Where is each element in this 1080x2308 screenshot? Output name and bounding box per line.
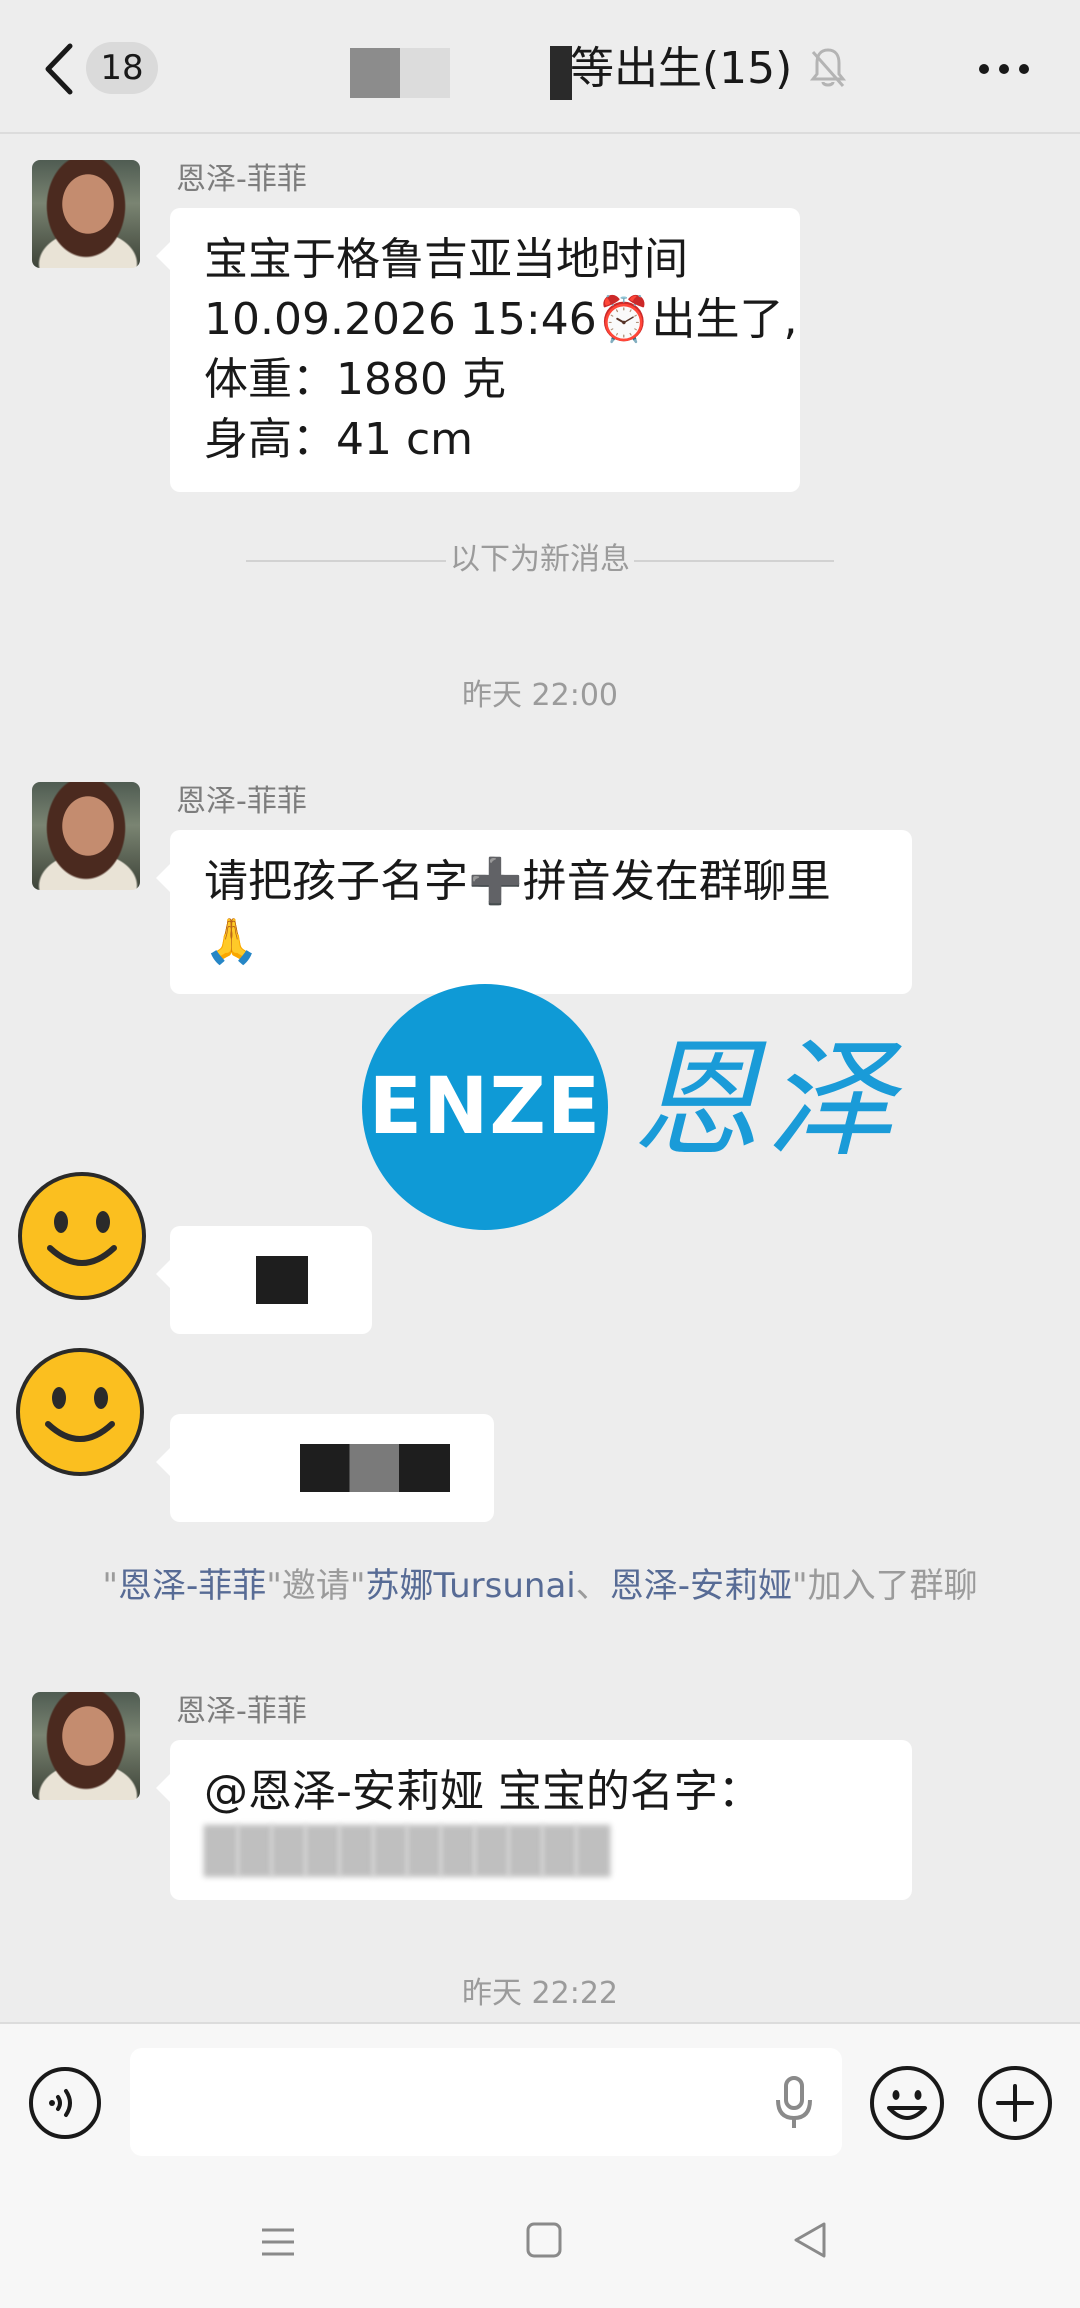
input-bar [0, 2022, 1080, 2178]
message-line: 请把孩子名字➕拼音发在群聊里 [204, 856, 831, 907]
system-text: 、 [575, 1566, 610, 1606]
message-line: @恩泽-安莉娅 宝宝的名字： [204, 1766, 762, 1817]
plus-circle-icon[interactable] [976, 2064, 1054, 2142]
menu-icon[interactable] [258, 2222, 298, 2262]
system-invite-message: "恩泽-菲菲"邀请"苏娜Tursunai、恩泽-安莉娅"加入了群聊 [80, 1562, 1000, 1610]
message-line: 10.09.2026 15:46⏰出生了, [204, 294, 798, 345]
message-bubble[interactable] [156, 1226, 372, 1334]
system-navigation-bar [0, 2178, 1080, 2308]
inviter-link[interactable]: 恩泽-菲菲 [118, 1566, 266, 1606]
avatar[interactable] [32, 782, 140, 890]
message-line: 🙏 [204, 916, 259, 967]
voice-icon[interactable] [28, 2066, 102, 2140]
system-text: "邀请" [266, 1566, 366, 1606]
bell-muted-icon [810, 48, 846, 87]
message-line: 宝宝于格鲁吉亚当地时间 [204, 234, 688, 285]
sender-name: 恩泽-菲菲 [176, 1694, 307, 1729]
home-icon[interactable] [524, 2220, 564, 2260]
watermark-logo-text: ENZE [368, 1062, 602, 1152]
smiley-avatar-icon[interactable] [14, 1346, 146, 1478]
message-bubble[interactable] [156, 1414, 494, 1522]
message-bubble[interactable]: @恩泽-安莉娅 宝宝的名字： ████████████ [156, 1740, 912, 1900]
invitee-link[interactable]: 苏娜Tursunai [366, 1566, 576, 1606]
divider-text: 以下为新消息 [450, 542, 630, 577]
new-messages-divider: 以下为新消息 [246, 540, 834, 580]
invitee-link[interactable]: 恩泽-安莉娅 [610, 1566, 792, 1606]
system-text: "加入了群聊 [792, 1566, 978, 1606]
smiley-avatar-icon[interactable] [16, 1170, 148, 1302]
back-triangle-icon[interactable] [790, 2220, 830, 2260]
chevron-left-icon[interactable] [40, 42, 80, 96]
unread-count-badge[interactable]: 18 [86, 42, 158, 94]
message-list[interactable]: 恩泽-菲菲 宝宝于格鲁吉亚当地时间 10.09.2026 15:46⏰出生了, … [0, 136, 1080, 2022]
more-horizontal-icon[interactable] [976, 56, 1032, 82]
redacted-title-block [550, 46, 572, 100]
redacted-content [256, 1256, 308, 1304]
emoji-icon[interactable] [868, 2064, 946, 2142]
avatar[interactable] [32, 160, 140, 268]
chat-title[interactable]: 等出生(15) [570, 40, 792, 98]
watermark-logo: ENZE [362, 984, 608, 1230]
redacted-title-block [350, 48, 450, 98]
timestamp: 昨天 22:22 [462, 1976, 618, 2011]
message-bubble[interactable]: 请把孩子名字➕拼音发在群聊里 🙏 [156, 830, 912, 994]
message-bubble[interactable]: 宝宝于格鲁吉亚当地时间 10.09.2026 15:46⏰出生了, 体重：188… [156, 208, 800, 492]
sender-name: 恩泽-菲菲 [176, 162, 307, 197]
redacted-content [300, 1444, 450, 1492]
message-input[interactable] [130, 2048, 842, 2156]
blurred-content: ████████████ [204, 1826, 611, 1877]
watermark-text: 恩泽 [632, 1026, 901, 1175]
chat-header: 18 等出生(15) [0, 0, 1080, 134]
timestamp: 昨天 22:00 [462, 678, 618, 713]
sender-name: 恩泽-菲菲 [176, 784, 307, 819]
message-line: 体重：1880 克 [204, 354, 506, 405]
message-line: 身高：41 cm [204, 414, 474, 465]
avatar[interactable] [32, 1692, 140, 1800]
system-text: " [102, 1566, 118, 1606]
microphone-icon[interactable] [772, 2074, 816, 2132]
